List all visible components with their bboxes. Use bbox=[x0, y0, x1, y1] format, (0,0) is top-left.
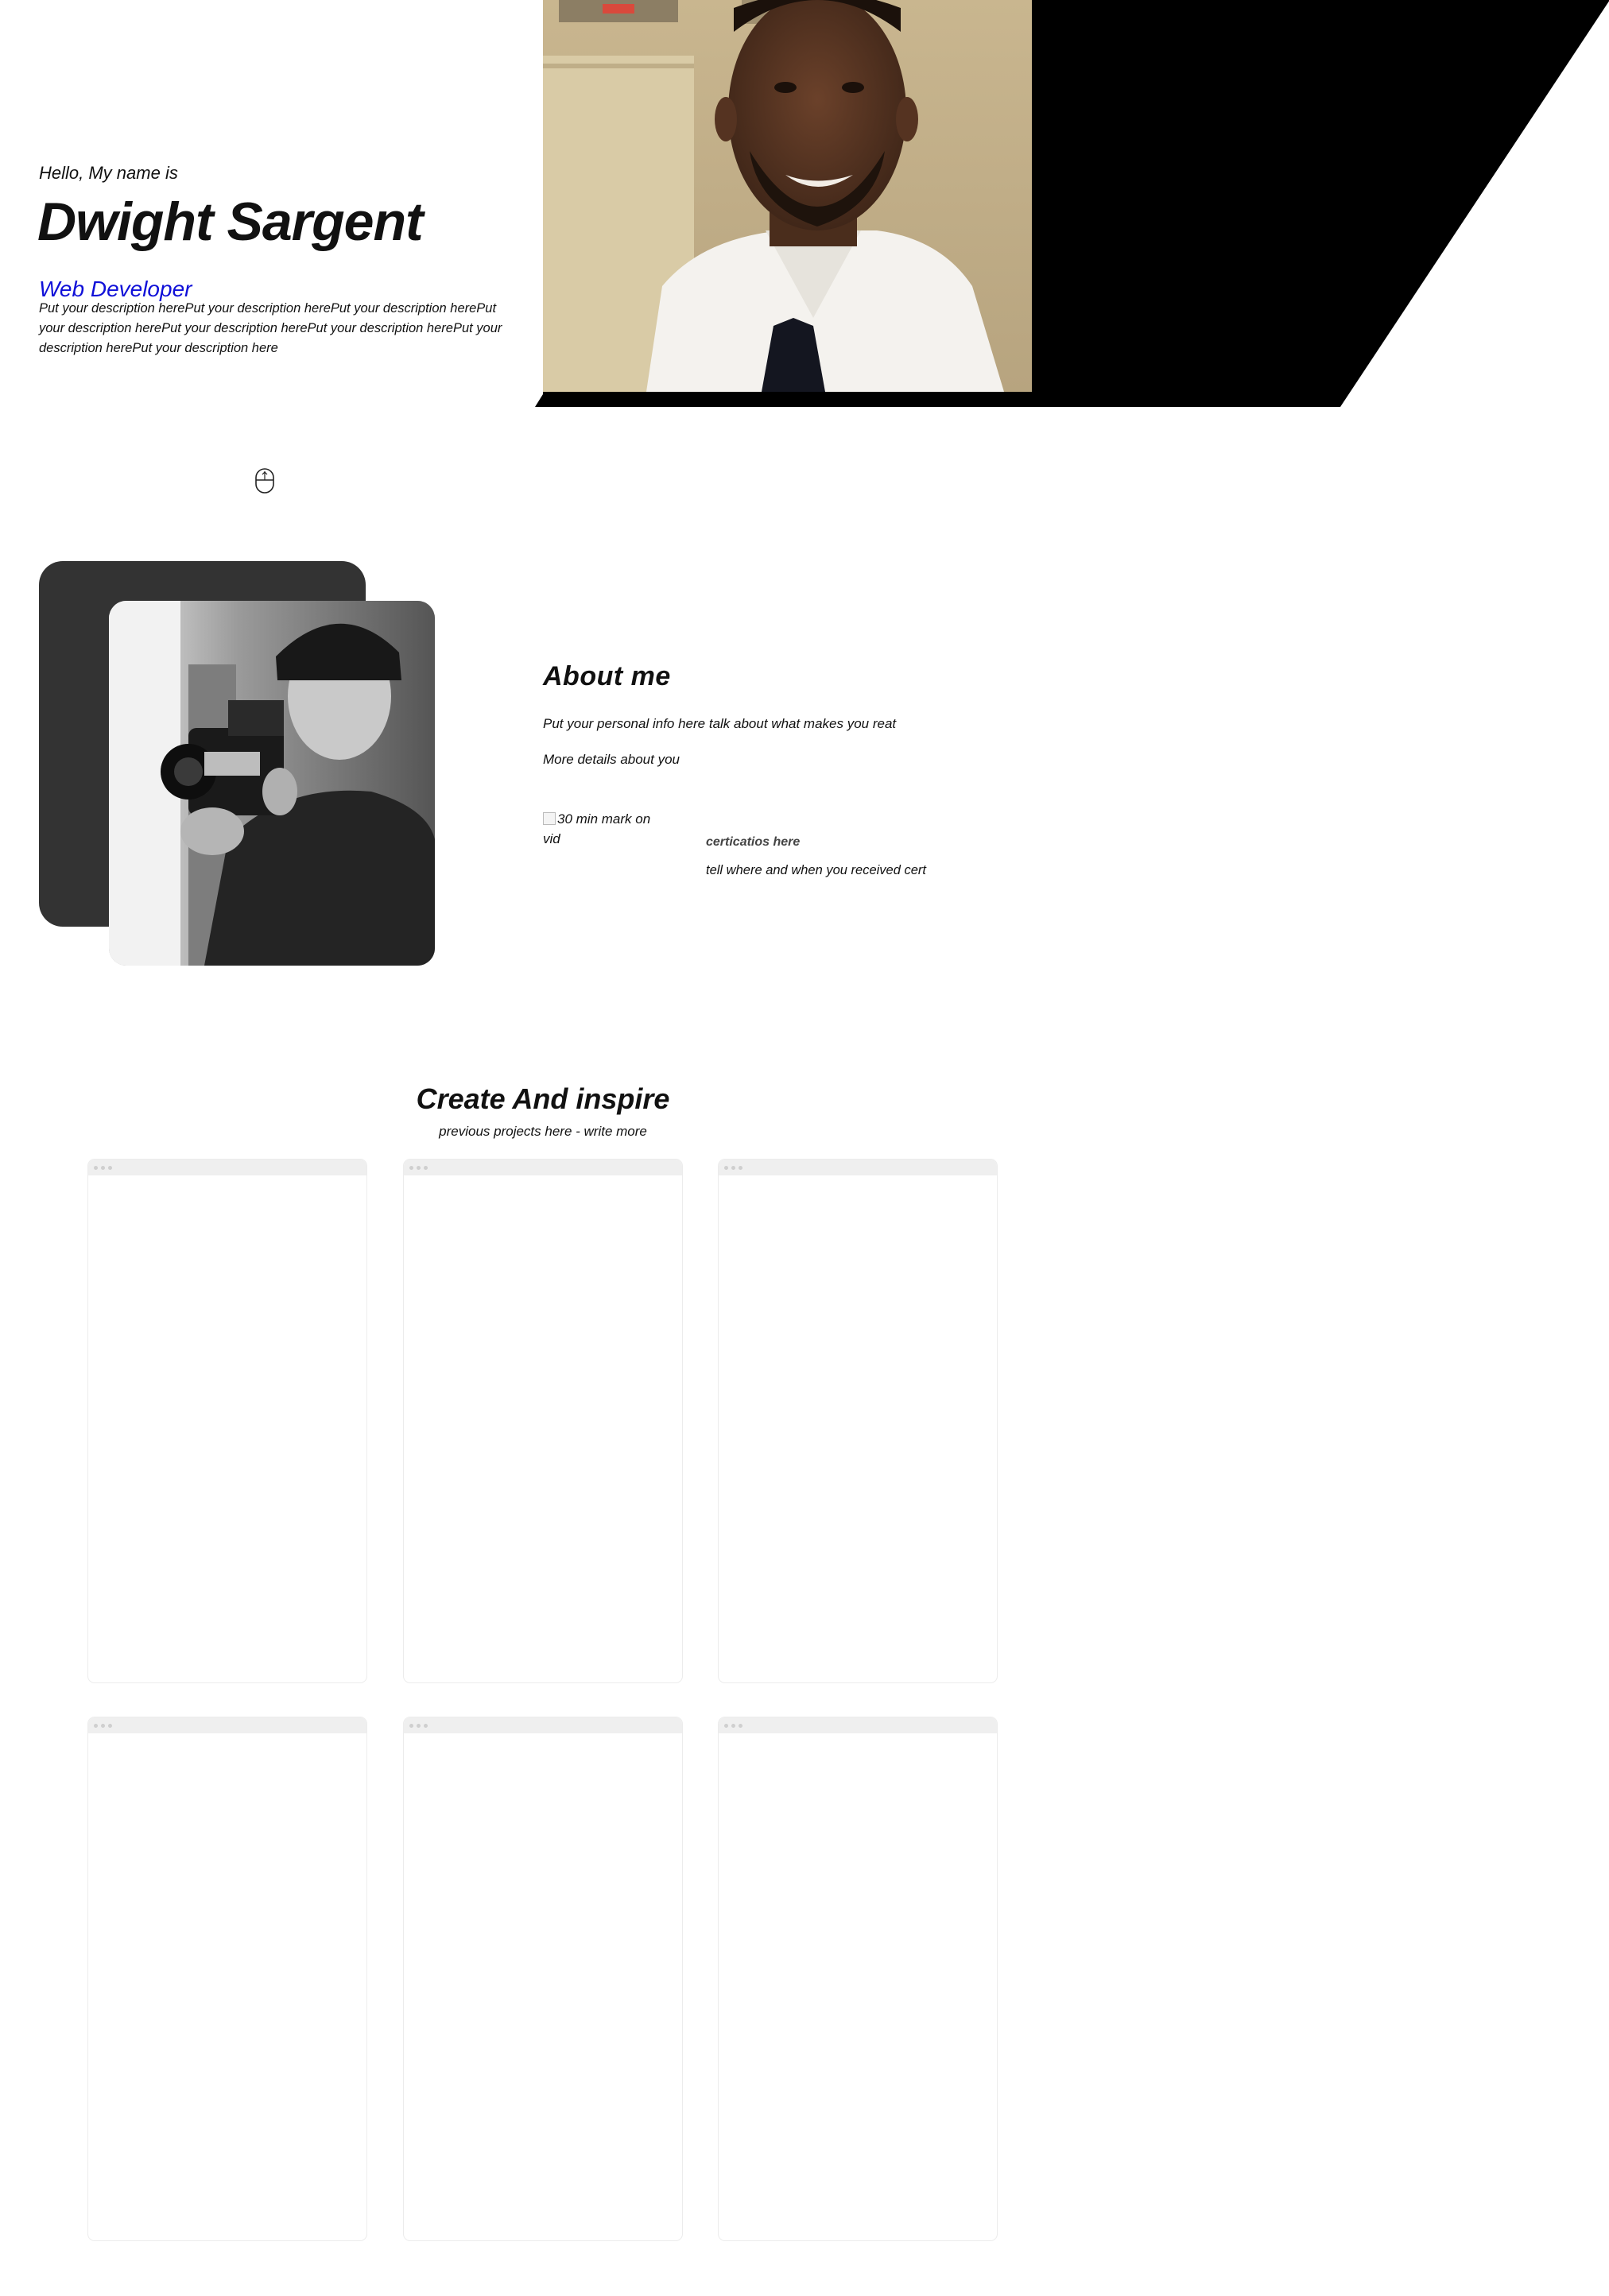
hero-portrait-photo bbox=[543, 0, 1032, 392]
mouse-scroll-icon[interactable] bbox=[254, 468, 275, 494]
browser-bar bbox=[719, 1160, 997, 1175]
about-more-details: More details about you bbox=[543, 752, 680, 767]
browser-bar bbox=[404, 1717, 682, 1733]
hero-greeting: Hello, My name is bbox=[39, 163, 178, 183]
project-card[interactable] bbox=[718, 1159, 998, 1683]
about-photo bbox=[109, 601, 435, 966]
project-card[interactable] bbox=[87, 1159, 367, 1683]
about-info: Put your personal info here talk about w… bbox=[543, 716, 897, 731]
hero-description: Put your description herePut your descri… bbox=[39, 301, 502, 355]
certification-title: certicatios here bbox=[706, 835, 801, 849]
broken-image-alt-text: 30 min mark on vid bbox=[543, 811, 651, 846]
broken-image-placeholder: 30 min mark on vid bbox=[543, 809, 654, 849]
browser-bar bbox=[88, 1717, 366, 1733]
project-card[interactable] bbox=[403, 1717, 683, 2241]
about-title: About me bbox=[543, 661, 671, 691]
project-card[interactable] bbox=[718, 1717, 998, 2241]
project-card[interactable] bbox=[87, 1717, 367, 2241]
projects-title: Create And inspire bbox=[416, 1082, 670, 1115]
browser-bar bbox=[88, 1160, 366, 1175]
browser-bar bbox=[404, 1160, 682, 1175]
hero-name: Dwight Sargent bbox=[37, 192, 424, 252]
browser-bar bbox=[719, 1717, 997, 1733]
projects-subtitle: previous projects here - write more bbox=[439, 1124, 647, 1139]
broken-image-icon bbox=[543, 812, 556, 825]
certification-description: tell where and when you received cert bbox=[706, 863, 926, 877]
project-card[interactable] bbox=[403, 1159, 683, 1683]
